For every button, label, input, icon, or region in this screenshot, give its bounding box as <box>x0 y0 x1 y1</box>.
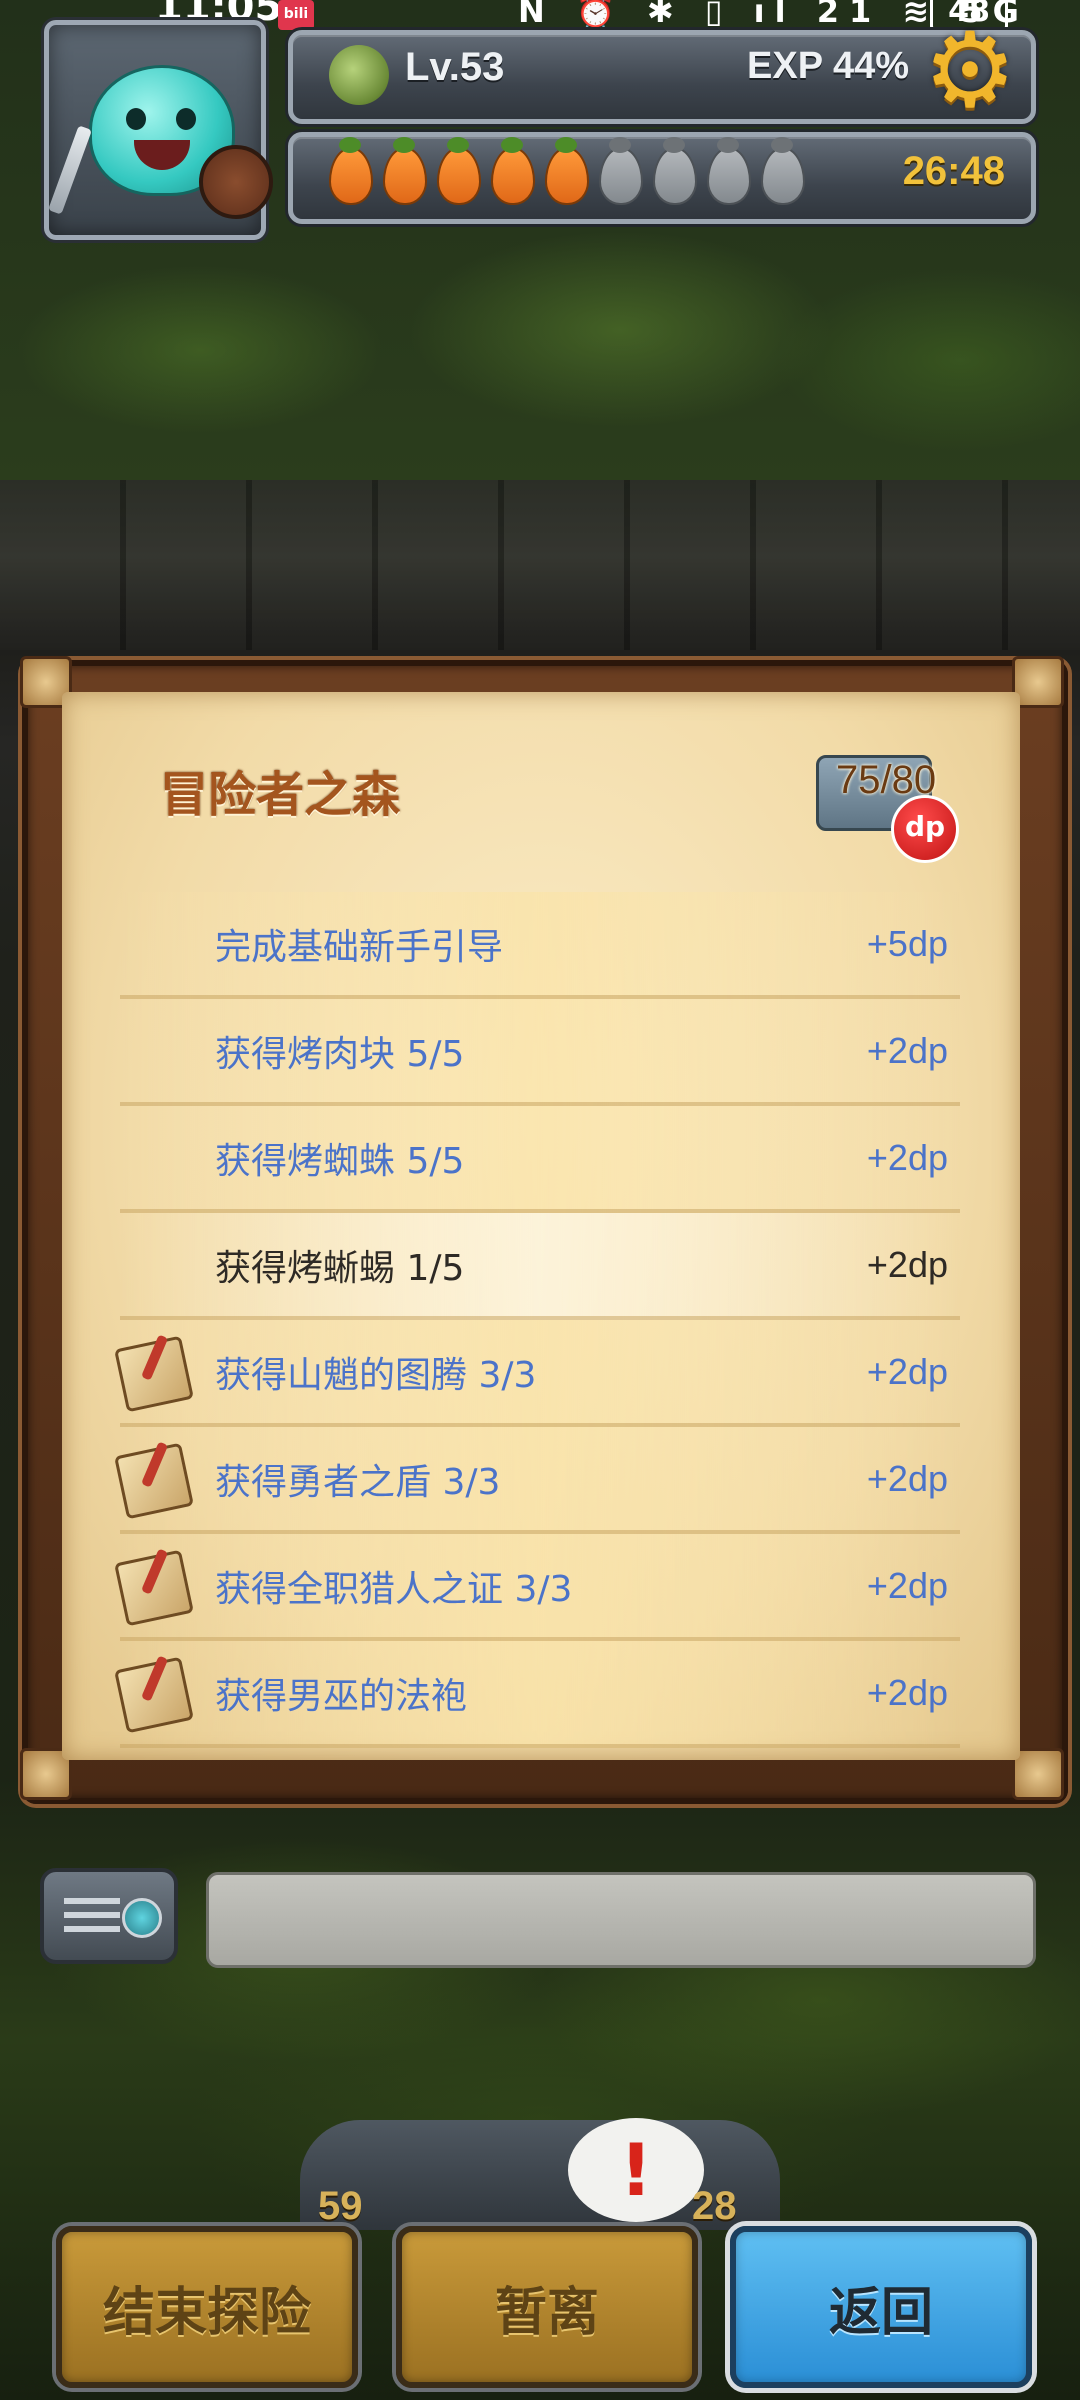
carrot-energy-icon <box>761 137 805 205</box>
scroll-quill-icon <box>114 1549 194 1627</box>
chat-input[interactable] <box>206 1872 1036 1968</box>
bilibili-notification-icon: bili <box>278 0 314 30</box>
dungeon-title: 冒险者之森 <box>160 767 401 823</box>
scroll-quill-icon <box>114 1442 194 1520</box>
task-label: 获得烤蜘蛛 5/5 <box>215 1140 465 1182</box>
task-row: 获得烤蜘蛛 5/5 +2dp <box>120 1106 960 1213</box>
energy-bar: 26:48 <box>288 132 1036 224</box>
task-row: 获得山魈的图腾 3/3 +2dp <box>114 1320 960 1427</box>
back-button[interactable]: 返回 <box>730 2226 1032 2388</box>
task-reward: +2dp <box>866 1671 948 1713</box>
carrot-energy-icon <box>653 137 697 205</box>
task-reward: +2dp <box>866 1243 948 1285</box>
slime-mouth <box>134 140 190 170</box>
shield-icon <box>199 145 273 219</box>
task-reward: +2dp <box>866 1029 948 1071</box>
stone-wall <box>0 480 1080 650</box>
dp-badge: dp <box>891 795 959 863</box>
task-label: 获得烤蜥蜴 1/5 <box>215 1247 465 1289</box>
gear-icon[interactable]: ⚙ <box>918 18 1022 122</box>
task-row: 完成基础新手引导 +5dp <box>120 892 960 999</box>
end-exploration-button[interactable]: 结束探险 <box>56 2226 358 2388</box>
sword-icon <box>48 125 92 215</box>
carrot-energy-icon <box>437 137 481 205</box>
task-row: 获得烤肉块 5/5 +2dp <box>120 999 960 1106</box>
task-reward: +2dp <box>866 1564 948 1606</box>
leave-temporarily-button[interactable]: 暂离 <box>396 2226 698 2388</box>
task-label: 获得山魈的图腾 3/3 <box>215 1354 537 1396</box>
task-reward: +2dp <box>866 1457 948 1499</box>
carrot-energy-icon <box>707 137 751 205</box>
scroll-quill-icon <box>114 1656 194 1734</box>
task-label: 获得全职猎人之证 3/3 <box>215 1568 573 1610</box>
tree-level-icon <box>329 45 389 105</box>
right-count: 28 <box>692 2184 737 2228</box>
slime-eye <box>176 108 196 130</box>
scroll-quill-icon <box>114 1335 194 1413</box>
player-level: Lv.53 <box>405 45 505 89</box>
task-row: 获得男巫的法袍 +2dp <box>114 1641 960 1748</box>
chat-dot-icon <box>122 1898 162 1938</box>
energy-carrots <box>329 137 805 205</box>
carrot-energy-icon <box>491 137 535 205</box>
task-label: 获得男巫的法袍 <box>215 1675 468 1717</box>
task-label: 获得烤肉块 5/5 <box>215 1033 465 1075</box>
energy-timer: 26:48 <box>902 149 1005 193</box>
carrot-energy-icon <box>545 137 589 205</box>
carrot-energy-icon <box>383 137 427 205</box>
task-reward: +5dp <box>866 922 948 964</box>
task-reward: +2dp <box>866 1350 948 1392</box>
task-reward: +2dp <box>866 1136 948 1178</box>
task-row: 获得勇者之盾 3/3 +2dp <box>114 1427 960 1534</box>
panel-corner-ornament <box>1012 1748 1064 1800</box>
task-list: 完成基础新手引导 +5dp 获得烤肉块 5/5 +2dp 获得烤蜘蛛 5/5 +2dp 获得… <box>114 892 960 1748</box>
alert-bubble[interactable]: ! <box>568 2118 704 2222</box>
task-row: 获得全职猎人之证 3/3 +2dp <box>114 1534 960 1641</box>
slime-eye <box>126 108 146 130</box>
task-label: 完成基础新手引导 <box>215 926 504 968</box>
carrot-energy-icon <box>329 137 373 205</box>
player-avatar[interactable] <box>44 20 273 240</box>
exp-percent: EXP 44% <box>747 45 909 87</box>
left-count: 59 <box>318 2184 363 2228</box>
dp-score: 75/80 <box>836 758 937 802</box>
chat-lines-icon <box>64 1898 120 1936</box>
chat-log-button[interactable] <box>40 1868 178 1964</box>
carrot-energy-icon <box>599 137 643 205</box>
task-label: 获得勇者之盾 3/3 <box>215 1461 501 1503</box>
task-row: 获得烤蜥蜴 1/5 +2dp <box>120 1213 960 1320</box>
